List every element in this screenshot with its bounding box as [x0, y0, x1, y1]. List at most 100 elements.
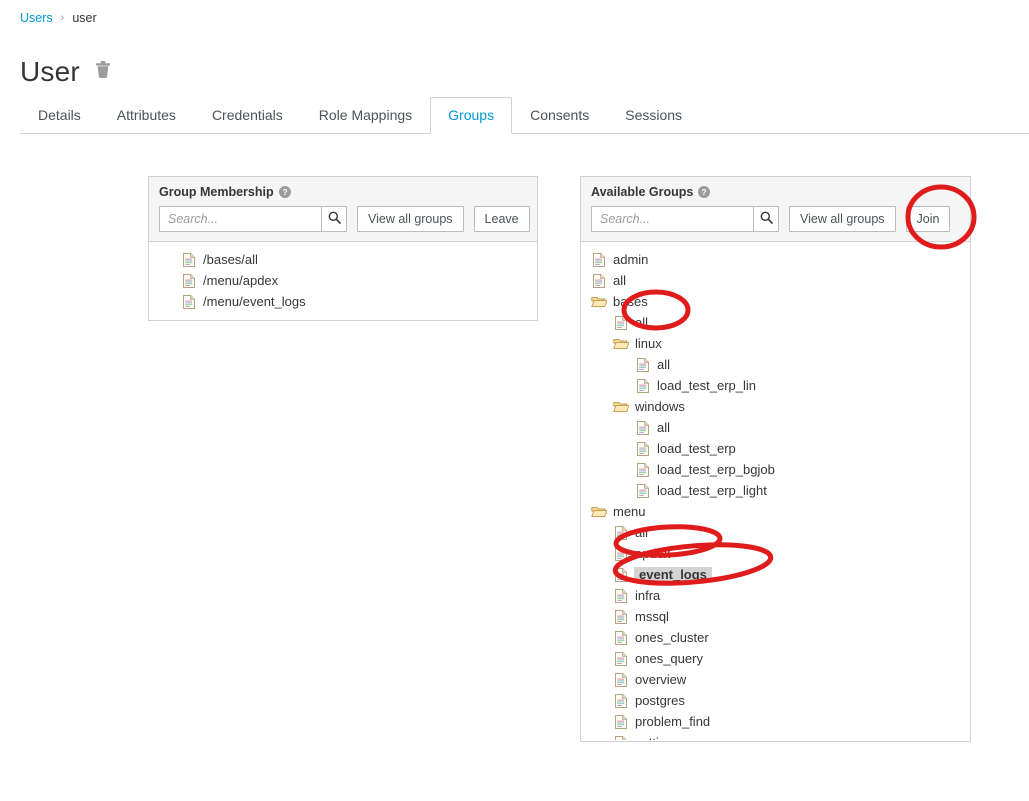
tree-item[interactable]: bases: [581, 291, 970, 312]
tree-item[interactable]: settings: [581, 732, 970, 740]
tree-item[interactable]: linux: [581, 333, 970, 354]
tab-consents[interactable]: Consents: [512, 97, 607, 133]
tab-label: Sessions: [625, 107, 683, 123]
available-groups-search-input[interactable]: [591, 206, 753, 232]
file-icon: [613, 588, 629, 604]
folder-icon: [591, 294, 608, 310]
available-groups-title-row: Available Groups ?: [591, 185, 960, 199]
tree-item[interactable]: windows: [581, 396, 970, 417]
file-icon: [613, 672, 629, 688]
tree-item-label: overview: [635, 672, 687, 687]
group-membership-panel: Group Membership ? Search... View all gr…: [148, 176, 538, 321]
folder-icon: [613, 399, 630, 415]
tab-role-mappings[interactable]: Role Mappings: [301, 97, 430, 133]
available-groups-title: Available Groups: [591, 185, 694, 199]
join-button[interactable]: Join: [905, 206, 951, 232]
tab-label: Groups: [448, 107, 495, 123]
list-item[interactable]: /menu/apdex: [149, 270, 537, 291]
list-item-label: /bases/all: [203, 252, 258, 267]
list-item[interactable]: /bases/all: [149, 249, 537, 270]
tree-item-label: infra: [635, 588, 661, 603]
list-item[interactable]: /menu/event_logs: [149, 291, 537, 312]
tree-item-label: ones_cluster: [635, 630, 709, 645]
tree-item[interactable]: mssql: [581, 606, 970, 627]
file-icon: [613, 630, 629, 646]
tree-item-label: all: [657, 357, 671, 372]
tree-item-label: apdex: [635, 546, 671, 561]
tree-item[interactable]: postgres: [581, 690, 970, 711]
file-icon: [635, 420, 651, 436]
tab-attributes[interactable]: Attributes: [99, 97, 194, 133]
file-icon: [635, 462, 651, 478]
tree-item[interactable]: menu: [581, 501, 970, 522]
available-groups-controls: View all groups Join: [591, 206, 960, 232]
file-icon: [181, 273, 197, 289]
tree-item[interactable]: all: [581, 270, 970, 291]
tree-item[interactable]: load_test_erp_light: [581, 480, 970, 501]
group-membership-search-button[interactable]: [321, 206, 347, 232]
file-icon: [591, 252, 607, 268]
group-membership-list: /bases/all/menu/apdex/menu/event_logs: [149, 242, 537, 320]
file-icon: [613, 525, 629, 541]
leave-button[interactable]: Leave: [473, 206, 530, 232]
tab-details[interactable]: Details: [20, 97, 99, 133]
file-icon: [635, 441, 651, 457]
help-circle-icon[interactable]: ?: [278, 186, 291, 198]
file-icon: [591, 273, 607, 289]
group-membership-header: Group Membership ? Search... View all gr…: [149, 177, 537, 242]
file-icon: [635, 357, 651, 373]
group-membership-search-input[interactable]: [159, 206, 321, 232]
tree-item-label: all: [635, 315, 649, 330]
available-groups-search-button[interactable]: [753, 206, 779, 232]
tree-item-label: load_test_erp_lin: [657, 378, 757, 393]
tab-sessions[interactable]: Sessions: [607, 97, 700, 133]
tree-item[interactable]: all: [581, 354, 970, 375]
tree-item[interactable]: admin: [581, 249, 970, 270]
tab-label: Attributes: [116, 107, 176, 123]
available-groups-view-all-button[interactable]: View all groups: [789, 206, 896, 232]
tree-item[interactable]: overview: [581, 669, 970, 690]
tree-item-label: mssql: [635, 609, 669, 624]
file-icon: [613, 693, 629, 709]
tree-item-label: linux: [635, 336, 662, 351]
tree-item[interactable]: event_logs: [581, 564, 970, 585]
tab-groups[interactable]: Groups: [430, 97, 513, 134]
group-membership-title-row: Group Membership ?: [159, 185, 527, 199]
available-groups-header: Available Groups ? Search... View all gr…: [581, 177, 970, 242]
file-icon: [613, 735, 629, 740]
help-circle-icon[interactable]: ?: [698, 186, 711, 198]
tab-credentials[interactable]: Credentials: [194, 97, 301, 133]
tree-item-label: menu: [613, 504, 646, 519]
tree-item[interactable]: load_test_erp: [581, 438, 970, 459]
folder-icon: [613, 336, 630, 352]
tree-item[interactable]: all: [581, 417, 970, 438]
tree-item-label: load_test_erp_light: [657, 483, 767, 498]
tab-label: Credentials: [211, 107, 283, 123]
file-icon: [613, 651, 629, 667]
breadcrumb-current-user: user: [72, 11, 97, 25]
tree-item[interactable]: apdex: [581, 543, 970, 564]
tree-item-label: load_test_erp: [657, 441, 736, 456]
trash-icon[interactable]: [94, 60, 112, 85]
svg-text:?: ?: [702, 187, 707, 197]
tree-item[interactable]: all: [581, 312, 970, 333]
tree-item-label-selected: event_logs: [634, 567, 712, 582]
tree-item[interactable]: problem_find: [581, 711, 970, 732]
tree-item[interactable]: ones_cluster: [581, 627, 970, 648]
available-groups-panel: Available Groups ? Search... View all gr…: [580, 176, 971, 742]
tree-item-label: problem_find: [635, 714, 711, 729]
tree-item[interactable]: infra: [581, 585, 970, 606]
tree-item[interactable]: load_test_erp_lin: [581, 375, 970, 396]
tree-item[interactable]: ones_query: [581, 648, 970, 669]
tree-item-label: ones_query: [635, 651, 703, 666]
list-item-label: /menu/apdex: [203, 273, 279, 288]
tree-item[interactable]: load_test_erp_bgjob: [581, 459, 970, 480]
file-icon: [613, 567, 629, 583]
available-groups-search-group: [591, 206, 779, 232]
breadcrumb-link-users[interactable]: Users: [20, 10, 53, 26]
file-icon: [613, 609, 629, 625]
tree-item[interactable]: all: [581, 522, 970, 543]
tree-item-label: all: [613, 273, 627, 288]
group-membership-controls: View all groups Leave: [159, 206, 530, 232]
group-membership-view-all-button[interactable]: View all groups: [357, 206, 464, 232]
